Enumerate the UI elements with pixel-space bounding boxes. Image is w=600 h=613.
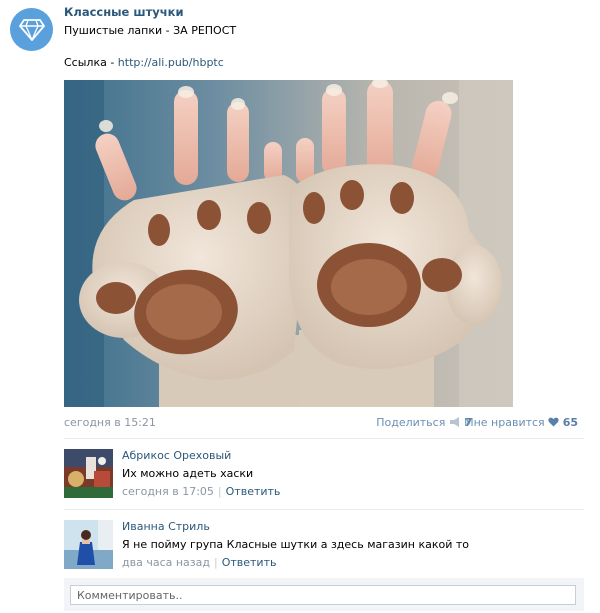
group-avatar[interactable] <box>10 8 53 51</box>
megaphone-icon <box>449 417 459 427</box>
comment-text: Их можно адеть хаски <box>122 467 254 480</box>
comment-time[interactable]: два часа назад <box>122 556 210 569</box>
divider <box>64 509 584 510</box>
post-link[interactable]: http://ali.pub/hbptc <box>118 56 224 69</box>
post-photo[interactable] <box>64 80 513 407</box>
comment-meta: два часа назад | Ответить <box>122 556 276 569</box>
group-name-link[interactable]: Классные штучки <box>64 5 184 19</box>
like-count: 65 <box>562 416 578 429</box>
comment-form <box>64 578 584 611</box>
reply-button[interactable]: Ответить <box>226 485 281 498</box>
comment-author[interactable]: Абрикос Ореховый <box>122 449 231 462</box>
commenter-avatar[interactable] <box>64 449 113 498</box>
like-button[interactable]: Мне нравится 65 <box>464 416 578 429</box>
comment-text: Я не пойму група Класные шутки а здесь м… <box>122 538 469 551</box>
reply-button[interactable]: Ответить <box>222 556 277 569</box>
comment-author[interactable]: Иванна Стриль <box>122 520 210 533</box>
post-text: Пушистые лапки - ЗА РЕПОСТ <box>64 24 237 37</box>
post-date[interactable]: сегодня в 15:21 <box>64 416 156 429</box>
comment-input[interactable] <box>70 585 576 605</box>
like-label: Мне нравится <box>464 416 545 429</box>
comment-time[interactable]: сегодня в 17:05 <box>122 485 214 498</box>
diamond-icon <box>18 18 45 41</box>
comment-meta: сегодня в 17:05 | Ответить <box>122 485 280 498</box>
share-label: Поделиться <box>376 416 446 429</box>
post-meta: сегодня в 15:21 Поделиться 7 Мне нравитс… <box>64 416 580 432</box>
commenter-avatar[interactable] <box>64 520 113 569</box>
share-button[interactable]: Поделиться 7 <box>376 416 472 429</box>
meta-separator: | <box>217 485 222 498</box>
divider <box>64 438 584 439</box>
meta-separator: | <box>213 556 218 569</box>
post-link-line: Ссылка - http://ali.pub/hbptc <box>64 56 224 69</box>
heart-icon <box>548 417 559 427</box>
link-prefix: Ссылка - <box>64 56 118 69</box>
